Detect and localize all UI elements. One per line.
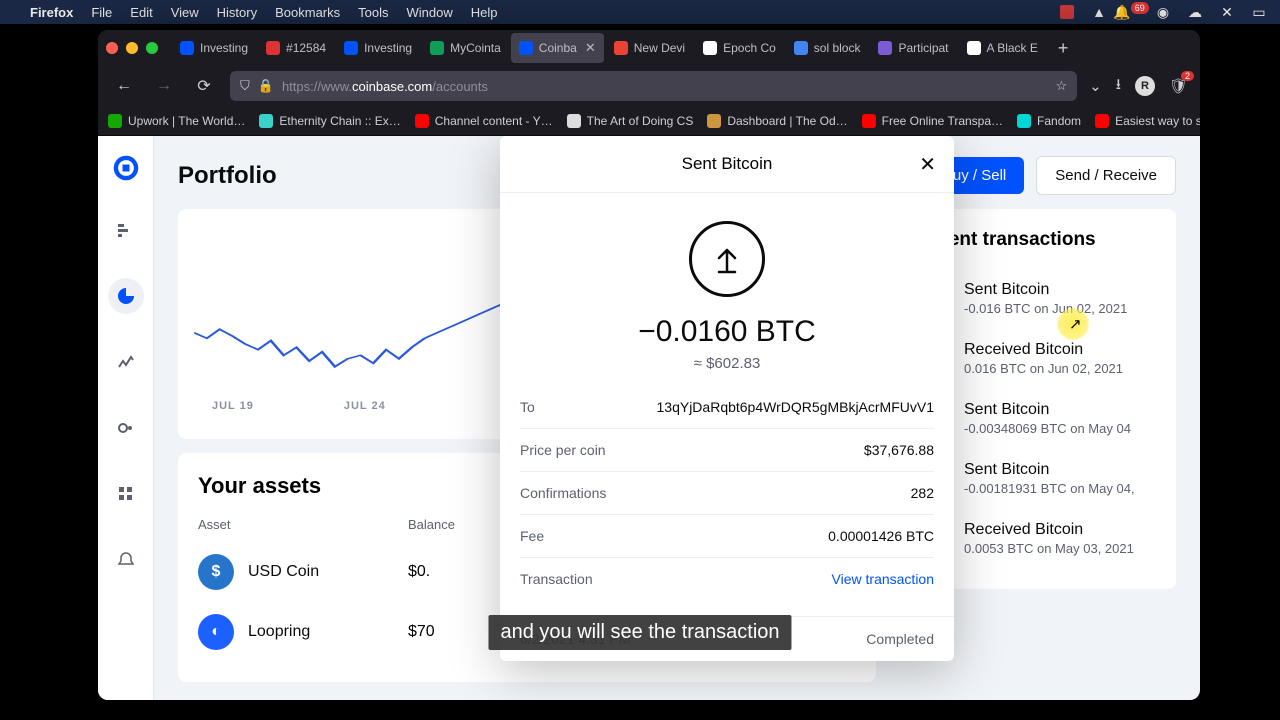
coinbase-logo[interactable]: [112, 154, 140, 182]
transaction-amount-usd: ≈ $602.83: [520, 355, 934, 372]
battery-icon[interactable]: ▭: [1250, 4, 1268, 20]
bookmark-item[interactable]: Fandom: [1017, 114, 1081, 128]
menu-view[interactable]: View: [171, 5, 199, 20]
macos-menubar: Firefox File Edit View History Bookmarks…: [0, 0, 1280, 24]
browser-tab[interactable]: sol block: [786, 33, 869, 63]
chart-xlabel: JUL 24: [344, 400, 386, 412]
browser-tab[interactable]: Participat: [870, 33, 956, 63]
forward-button[interactable]: →: [150, 77, 178, 95]
detail-row: Price per coin$37,676.88: [520, 429, 934, 472]
bookmark-item[interactable]: Dashboard | The Od…: [707, 114, 847, 128]
bookmark-item[interactable]: Ethernity Chain :: Ex…: [259, 114, 400, 128]
shield-icon: ⛉: [240, 78, 250, 94]
bookmark-item[interactable]: Upwork | The World…: [108, 114, 245, 128]
menu-edit[interactable]: Edit: [130, 5, 152, 20]
detail-row: To13qYjDaRqbt6p4WrDQR5gMBkjAcrMFUvV1: [520, 386, 934, 429]
sidebar-portfolio-icon[interactable]: [108, 278, 144, 314]
browser-tab[interactable]: Investing: [336, 33, 420, 63]
close-window[interactable]: [106, 42, 118, 54]
page-title: Portfolio: [178, 162, 277, 190]
notification-icon[interactable]: 🔔69: [1122, 4, 1140, 20]
browser-tab[interactable]: New Devi: [606, 33, 693, 63]
menu-bookmarks[interactable]: Bookmarks: [275, 5, 340, 20]
cc-icon[interactable]: ◉: [1154, 4, 1172, 20]
menu-history[interactable]: History: [217, 5, 257, 20]
cloud-icon[interactable]: ☁: [1186, 4, 1204, 20]
bookmark-item[interactable]: The Art of Doing CS: [567, 114, 694, 128]
sidebar-trade-icon[interactable]: [108, 344, 144, 380]
download-icon[interactable]: ⭳: [1116, 74, 1121, 99]
sidebar-notifications-icon[interactable]: [108, 542, 144, 578]
bookmark-item[interactable]: Channel content - Y…: [415, 114, 553, 128]
maximize-window[interactable]: [146, 42, 158, 54]
minimize-window[interactable]: [126, 42, 138, 54]
browser-tab[interactable]: Epoch Co: [695, 33, 784, 63]
browser-tab[interactable]: Investing: [172, 33, 256, 63]
transaction-status: Completed: [866, 631, 934, 647]
browser-window: Investing#12584InvestingMyCointaCoinba✕N…: [98, 30, 1200, 700]
status-icon[interactable]: [1058, 4, 1076, 20]
vlc-icon[interactable]: ▲: [1090, 4, 1108, 20]
transaction-amount: −0.0160 BTC: [520, 315, 934, 349]
menu-tools[interactable]: Tools: [358, 5, 388, 20]
menu-file[interactable]: File: [91, 5, 112, 20]
detail-row: TransactionView transaction: [520, 558, 934, 600]
modal-title: Sent Bitcoin: [682, 154, 773, 174]
tab-strip: Investing#12584InvestingMyCointaCoinba✕N…: [98, 30, 1200, 66]
browser-tab[interactable]: Coinba✕: [511, 33, 604, 63]
bookmark-star-icon[interactable]: ☆: [1055, 78, 1067, 94]
new-tab-button[interactable]: +: [1050, 38, 1077, 59]
bookmark-item[interactable]: Easiest way to set u…: [1095, 114, 1200, 128]
asset-header: Asset: [198, 517, 408, 532]
video-caption: and you will see the transaction: [488, 615, 791, 650]
window-controls: [106, 42, 158, 54]
reload-button[interactable]: ⟳: [190, 76, 218, 96]
tab-close-icon[interactable]: ✕: [585, 40, 596, 56]
send-receive-button[interactable]: Send / Receive: [1036, 156, 1176, 195]
transaction-modal: Sent Bitcoin ✕ −0.0160 BTC ≈ $602.83 To1…: [500, 136, 954, 661]
asset-header: Balance: [408, 517, 455, 532]
bookmark-item[interactable]: Free Online Transpa…: [862, 114, 1003, 128]
app-name[interactable]: Firefox: [30, 5, 73, 20]
address-bar: ← → ⟳ ⛉ 🔒 https://www.coinbase.com/accou…: [98, 66, 1200, 106]
sidebar-for-you-icon[interactable]: [108, 410, 144, 446]
menu-help[interactable]: Help: [471, 5, 498, 20]
sidebar-home-icon[interactable]: [108, 212, 144, 248]
back-button[interactable]: ←: [110, 77, 138, 95]
menu-window[interactable]: Window: [407, 5, 453, 20]
bookmarks-bar: Upwork | The World… Ethernity Chain :: Ex…: [98, 106, 1200, 136]
extension-icon[interactable]: 🛡: [1169, 77, 1188, 95]
account-icon[interactable]: R: [1135, 76, 1155, 96]
browser-tab[interactable]: A Black E: [959, 33, 1046, 63]
sidebar-more-icon[interactable]: [108, 476, 144, 512]
tool-icon[interactable]: ✕: [1218, 4, 1236, 20]
detail-row: Confirmations282: [520, 472, 934, 515]
detail-row: Fee0.00001426 BTC: [520, 515, 934, 558]
lock-icon: 🔒: [258, 78, 274, 94]
view-transaction-link[interactable]: View transaction: [832, 571, 934, 587]
close-icon[interactable]: ✕: [919, 152, 936, 177]
url-input[interactable]: ⛉ 🔒 https://www.coinbase.com/accounts ☆: [230, 71, 1077, 101]
sent-icon: [689, 221, 765, 297]
browser-tab[interactable]: MyCointa: [422, 33, 509, 63]
browser-tab[interactable]: #12584: [258, 33, 334, 63]
app-sidebar: [98, 136, 154, 700]
pocket-icon[interactable]: ⌄: [1089, 77, 1102, 95]
chart-xlabel: JUL 19: [212, 400, 254, 412]
